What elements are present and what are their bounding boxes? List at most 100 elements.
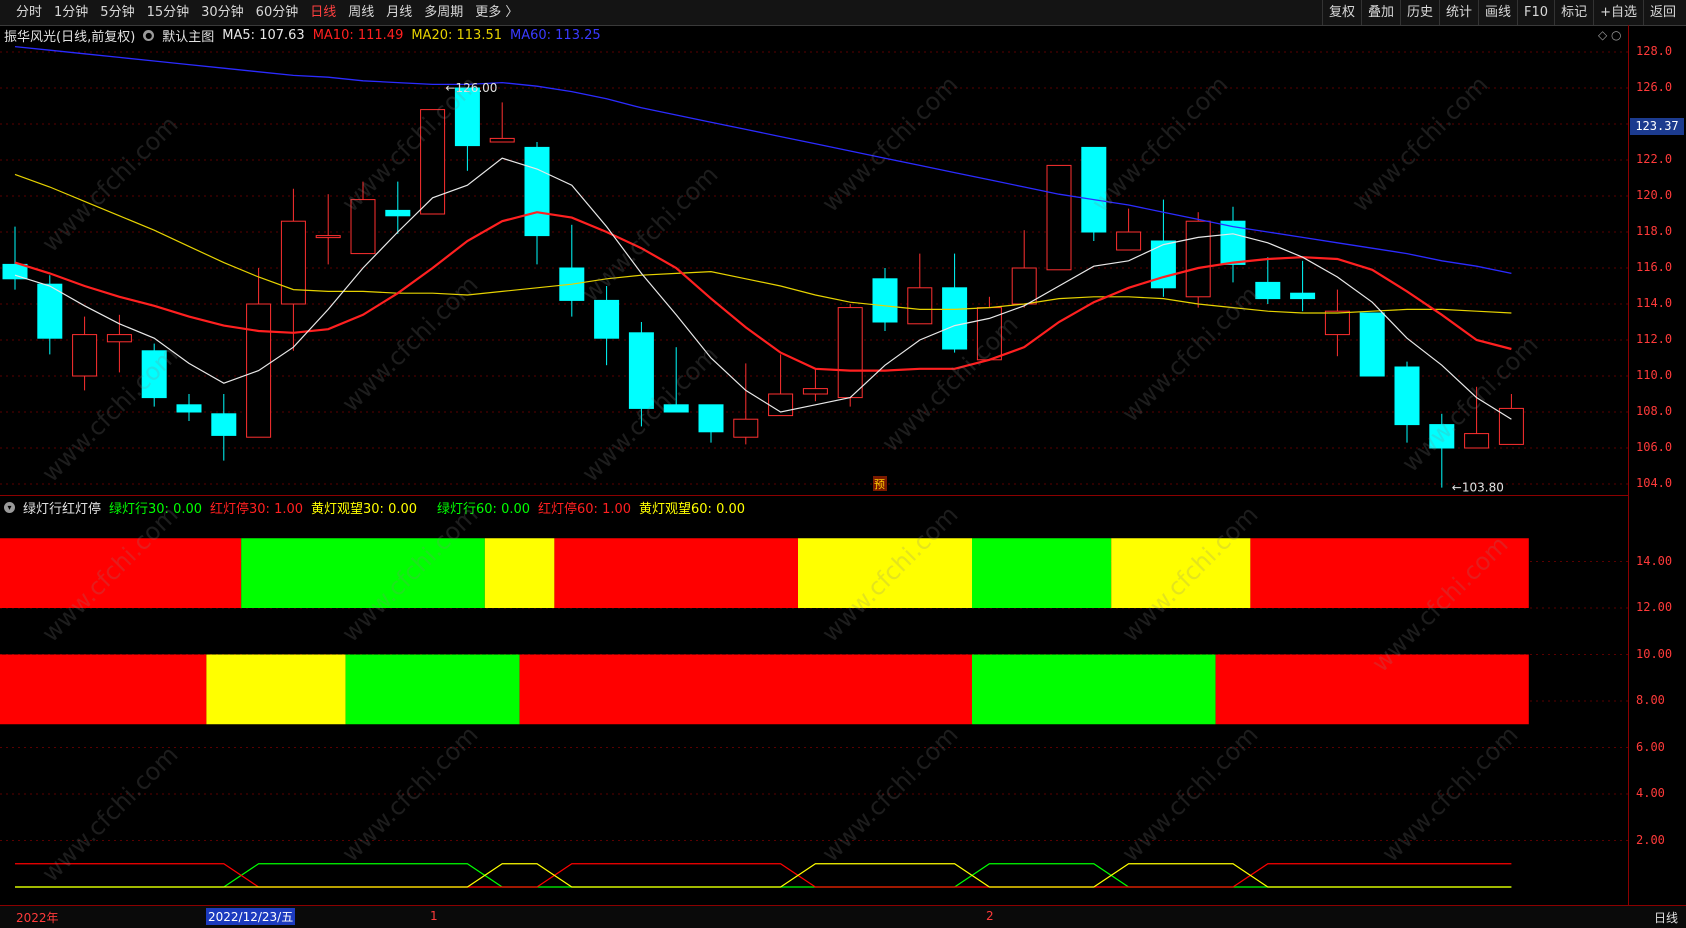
period-tab-7[interactable]: 周线 <box>342 0 380 25</box>
tool-button-1[interactable]: 叠加 <box>1360 0 1400 25</box>
candle-down <box>385 209 411 217</box>
sub-tick-label: 4.00 <box>1636 786 1665 800</box>
green30-value: 绿灯行30: 0.00 <box>109 501 203 517</box>
tool-button-4[interactable]: 画线 <box>1478 0 1517 25</box>
tool-button-3[interactable]: 统计 <box>1439 0 1478 25</box>
red-light-line <box>15 863 1512 888</box>
sub-tick-label: 14.00 <box>1636 553 1673 568</box>
signal30-segment-yellow <box>1111 538 1251 608</box>
tool-button-0[interactable]: 复权 <box>1321 0 1361 25</box>
signal30-segment-red <box>1250 538 1529 608</box>
period-tab-5[interactable]: 60分钟 <box>250 0 305 25</box>
period-tab-1[interactable]: 1分钟 <box>48 0 94 25</box>
price-tick-label: 126.0 <box>1636 80 1673 94</box>
candle-down <box>176 404 202 413</box>
price-axis: 128.0126.0124.0122.0120.0118.0116.0114.0… <box>1628 25 1686 927</box>
period-tab-4[interactable]: 30分钟 <box>195 0 250 25</box>
candle-down <box>524 146 550 237</box>
candle-up <box>315 235 341 239</box>
candle-up <box>1324 310 1350 336</box>
yellow60-value: 黄灯观望60: 0.00 <box>639 501 746 517</box>
price-tick-label: 112.0 <box>1636 332 1673 346</box>
candle-down <box>211 413 237 436</box>
period-tab-2[interactable]: 5分钟 <box>94 0 140 25</box>
signal30-segment-yellow <box>484 538 555 608</box>
candle-down <box>1255 281 1281 300</box>
signal60-segment-red <box>1215 654 1529 725</box>
candle-down <box>454 87 480 147</box>
signal30-segment-red <box>554 538 798 608</box>
yellow30-value: 黄灯观望30: 0.00 <box>311 501 418 517</box>
period-tabs: 分时 1分钟 5分钟 15分钟 30分钟 60分钟 日线 周线 月线 多周期 更多 〉 <box>10 0 524 25</box>
period-tab-8[interactable]: 月线 <box>380 0 418 25</box>
candle-down <box>2 263 28 280</box>
sub-tick-label: 6.00 <box>1636 739 1665 754</box>
candle-down <box>698 404 724 433</box>
tool-button-2[interactable]: 历史 <box>1399 0 1439 25</box>
candle-down <box>1081 146 1107 233</box>
candle-down <box>594 299 620 339</box>
forecast-marker: 预 <box>874 478 885 491</box>
period-tab-0[interactable]: 分时 <box>10 0 48 25</box>
price-tick-label: 106.0 <box>1636 440 1673 454</box>
signal60-segment-yellow <box>206 654 346 725</box>
current-price-tag: 123.37 <box>1630 118 1684 135</box>
candle-up <box>72 334 98 377</box>
sub-tick-label: 10.00 <box>1636 646 1673 661</box>
candle-up <box>1046 164 1072 271</box>
price-tick-label: 122.0 <box>1636 152 1673 166</box>
candle-down <box>1394 366 1420 426</box>
signal60-segment-green <box>345 654 520 725</box>
period-tab-9[interactable]: 多周期 <box>418 0 469 25</box>
tool-button-8[interactable]: 返回 <box>1642 0 1682 25</box>
month-label-2: 2 <box>986 909 994 923</box>
signal60-segment-green <box>972 654 1216 725</box>
price-tick-label: 116.0 <box>1636 260 1673 274</box>
sub-tick-label: 2.00 <box>1636 832 1665 847</box>
collapse-circle-icon[interactable]: ▾ <box>4 501 15 513</box>
ma20-line <box>14 173 1512 314</box>
period-label[interactable]: 日线 <box>1654 909 1678 926</box>
candle-up <box>1185 220 1211 298</box>
year-label: 2022年 <box>16 911 59 925</box>
sub-tick-label: 12.00 <box>1636 600 1673 614</box>
ma5-line <box>14 157 1512 420</box>
candle-down <box>663 404 689 413</box>
candle-down <box>1429 424 1455 449</box>
green60-value: 绿灯行60: 0.00 <box>437 501 531 517</box>
tool-button-7[interactable]: +自选 <box>1593 0 1643 25</box>
signal30-segment-yellow <box>798 538 972 608</box>
pane-divider <box>0 495 1628 496</box>
candle-down <box>37 283 63 339</box>
period-tab-6[interactable]: 日线 <box>304 0 342 25</box>
candle-up <box>802 388 828 395</box>
candle-up <box>837 307 863 399</box>
price-tick-label: 108.0 <box>1636 404 1673 418</box>
price-tick-label: 118.0 <box>1636 224 1673 238</box>
yellow-light-line <box>15 863 1512 888</box>
red60-value: 红灯停60: 1.00 <box>538 501 632 517</box>
green-light-line <box>15 863 1512 888</box>
signal60-segment-red <box>0 654 207 725</box>
month-label-1: 1 <box>430 909 438 923</box>
period-toolbar: 分时 1分钟 5分钟 15分钟 30分钟 60分钟 日线 周线 月线 多周期 更多 〉 复权 叠加 历史… <box>0 0 1686 26</box>
traffic-light-indicator-chart[interactable] <box>0 515 1628 905</box>
candle-down <box>1290 292 1316 300</box>
price-tick-label: 114.0 <box>1636 296 1673 310</box>
period-tab-10[interactable]: 更多 〉 <box>469 0 524 25</box>
indicator-name[interactable]: 绿灯行红灯停 <box>23 498 101 517</box>
tool-button-6[interactable]: 标记 <box>1554 0 1593 25</box>
candle-up <box>106 334 132 343</box>
candlestick-chart[interactable]: ←126.00 ←103.80 预 <box>0 25 1628 495</box>
red30-value: 红灯停30: 1.00 <box>210 501 304 517</box>
signal30-segment-green <box>241 538 485 608</box>
candle-down <box>1359 312 1385 377</box>
candle-up <box>280 220 306 305</box>
candle-down <box>942 287 968 350</box>
signal60-segment-red <box>519 654 972 725</box>
period-tab-3[interactable]: 15分钟 <box>141 0 196 25</box>
price-tick-label: 104.0 <box>1636 476 1673 490</box>
sub-tick-label: 8.00 <box>1636 693 1665 707</box>
tool-button-5[interactable]: F10 <box>1517 0 1554 25</box>
candle-up <box>907 287 933 325</box>
